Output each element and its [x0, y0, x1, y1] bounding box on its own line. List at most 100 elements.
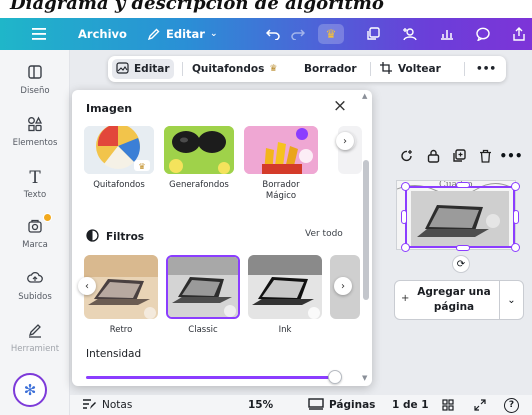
redo-icon[interactable]: [291, 18, 305, 50]
tool-label: Borrador Mágico: [262, 180, 300, 201]
tool-label: Quitafondos: [93, 180, 145, 190]
sidebar-item-label: Subidos: [18, 292, 52, 302]
svg-text:♛: ♛: [138, 162, 145, 171]
filters-prev-icon[interactable]: ‹: [78, 277, 96, 295]
tool-label: Generafondos: [169, 180, 229, 190]
archivo-menu[interactable]: Archivo: [78, 18, 127, 50]
chevron-down-icon[interactable]: ⌄: [499, 281, 524, 319]
filters-next-icon[interactable]: ›: [334, 277, 352, 295]
crown-icon: ♛: [269, 64, 278, 74]
notes-label: Notas: [102, 399, 133, 411]
resize-handle[interactable]: [401, 182, 410, 191]
add-page-button[interactable]: + Agregar una página ⌄: [394, 280, 524, 320]
more-icon: •••: [476, 63, 497, 75]
resize-handle[interactable]: [511, 243, 520, 252]
crown-icon[interactable]: ♛: [318, 24, 344, 44]
editar-button[interactable]: Editar: [112, 59, 174, 79]
more-options-button[interactable]: •••: [472, 59, 500, 79]
sidebar-item-label: Marca: [22, 240, 48, 250]
grid-view-icon[interactable]: [442, 395, 454, 415]
sidebar-item-diseno[interactable]: Diseño: [0, 64, 70, 96]
page-indicator: 1 de 1: [392, 399, 429, 411]
rotate-icon[interactable]: ⟳: [452, 255, 470, 273]
sidebar-item-texto[interactable]: T Texto: [0, 168, 70, 200]
fullscreen-icon[interactable]: [474, 395, 486, 415]
text-icon: T: [29, 168, 41, 188]
filter-label: Retro: [109, 325, 133, 335]
quitafondos-thumbnail[interactable]: ♛: [84, 126, 154, 174]
share-icon[interactable]: [512, 18, 526, 50]
crop-icon: [380, 61, 392, 77]
generafondos-thumbnail[interactable]: [164, 126, 234, 174]
resize-handle[interactable]: [456, 182, 470, 188]
scroll-right-icon[interactable]: ›: [336, 132, 354, 150]
voltear-button[interactable]: Voltear: [376, 59, 445, 79]
undo-icon[interactable]: [266, 18, 280, 50]
notes-button[interactable]: Notas: [82, 395, 132, 415]
quitafondos-label: Quitafondos: [192, 63, 265, 75]
selection-box[interactable]: [405, 186, 515, 248]
help-button[interactable]: ?: [504, 395, 519, 415]
layout-icon: [0, 64, 70, 84]
sidebar-item-label: Herramient: [10, 344, 60, 354]
add-user-icon[interactable]: [402, 18, 418, 50]
intensity-label: Intensidad: [86, 348, 142, 360]
app-header: Archivo Editar ⌄ ♛: [0, 18, 532, 50]
close-icon[interactable]: ×: [330, 96, 350, 116]
element-toolbar: •••: [394, 146, 530, 166]
duplicate-icon[interactable]: [446, 149, 472, 163]
premium-badge-icon: [43, 213, 52, 222]
see-all-link[interactable]: Ver todo: [305, 229, 343, 239]
filter-classic-thumbnail[interactable]: [166, 255, 240, 319]
lock-icon[interactable]: [420, 149, 446, 163]
editar-label: Editar: [166, 27, 205, 41]
filter-ink-thumbnail[interactable]: [248, 255, 322, 319]
borrador-magico-thumbnail[interactable]: [244, 126, 318, 174]
left-sidebar: Diseño Elementos T Texto Marca Subidos H…: [0, 50, 70, 415]
filters-heading: Filtros: [86, 229, 144, 245]
filter-icon: [86, 229, 99, 245]
sidebar-item-subidos[interactable]: Subidos: [0, 270, 70, 302]
pages-button[interactable]: Páginas: [308, 395, 375, 415]
document-title-strip: Diagrama y descripción de algoritmo: [0, 0, 532, 18]
add-page-label: Agregar una página: [417, 286, 491, 313]
scroll-up-icon[interactable]: ▲: [362, 92, 367, 100]
pencil-icon: [148, 28, 160, 40]
zoom-level[interactable]: 15%: [248, 395, 273, 415]
resize-handle[interactable]: [456, 245, 470, 251]
sidebar-item-label: Diseño: [20, 86, 50, 96]
filter-label: Ink: [278, 325, 292, 335]
menu-icon[interactable]: [32, 18, 46, 50]
comment-icon[interactable]: [476, 18, 490, 50]
copy-icon[interactable]: [366, 18, 380, 50]
resize-handle[interactable]: [513, 210, 519, 224]
editar-menu[interactable]: Editar ⌄: [148, 18, 218, 50]
sidebar-item-herramientas[interactable]: Herramient: [0, 322, 70, 354]
quitafondos-button[interactable]: Quitafondos ♛: [188, 59, 281, 79]
archivo-label: Archivo: [78, 27, 127, 41]
borrador-button[interactable]: Borrador: [300, 59, 361, 79]
trash-icon[interactable]: [472, 149, 498, 163]
chart-icon[interactable]: [440, 18, 454, 50]
more-icon[interactable]: •••: [498, 149, 524, 163]
editar-label: Editar: [134, 63, 170, 75]
sidebar-item-elementos[interactable]: Elementos: [0, 116, 70, 148]
resize-handle[interactable]: [401, 243, 410, 252]
voltear-label: Voltear: [398, 63, 441, 75]
magic-button[interactable]: ✻: [13, 373, 47, 407]
intensity-slider-track[interactable]: [86, 376, 335, 379]
footer-bar: Notas 15% Páginas 1 de 1 ?: [70, 395, 532, 415]
toolbar-divider: [464, 62, 465, 76]
shapes-icon: [0, 116, 70, 136]
magic-edit-icon[interactable]: [394, 149, 420, 163]
pen-icon: [0, 322, 70, 342]
intensity-slider-knob[interactable]: [328, 370, 342, 384]
toolbar-divider: [182, 62, 183, 76]
scroll-down-icon[interactable]: ▼: [362, 374, 367, 382]
panel-scrollbar-thumb[interactable]: [363, 160, 369, 300]
sidebar-item-marca[interactable]: Marca: [0, 218, 70, 250]
borrador-label: Borrador: [304, 63, 357, 75]
resize-handle[interactable]: [401, 210, 407, 224]
brand-icon: [0, 218, 70, 238]
resize-handle[interactable]: [511, 182, 520, 191]
